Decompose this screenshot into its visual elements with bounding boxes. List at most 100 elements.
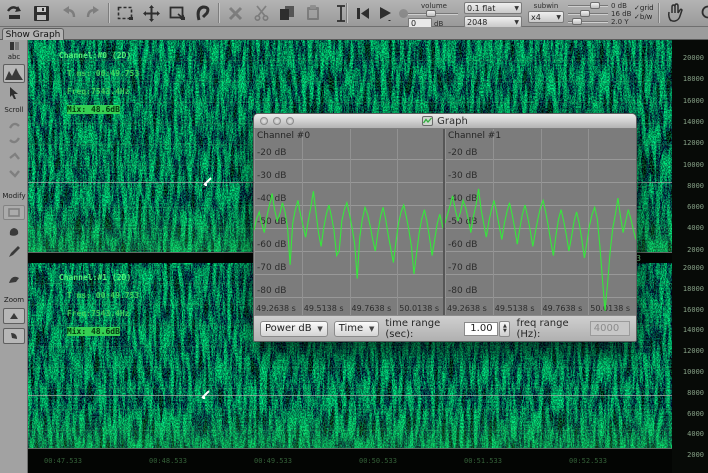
minimize-window-button[interactable]: [273, 117, 281, 125]
undo-icon: [61, 6, 77, 20]
freq-label: 16000: [674, 306, 704, 314]
zoom-rect-icon: [169, 6, 186, 21]
analysis-selects: 0.1 flat▼ 2048▼: [464, 2, 522, 28]
bottom-time-label: 00:50.533: [359, 457, 397, 465]
tool-sidebar: abc Scroll Modify Zoom: [0, 40, 28, 473]
channel0-cursor-marker: [203, 176, 213, 186]
copy-button[interactable]: [276, 3, 298, 23]
save-button[interactable]: [30, 3, 52, 23]
zoom-section-label: Zoom: [0, 296, 28, 304]
pencil-tool-icon[interactable]: [0, 246, 28, 258]
draw-tool-icon[interactable]: [0, 274, 28, 284]
graph-window[interactable]: Graph -20 dB-30 dB-40 dB-50 dB-60 dB-70 …: [253, 113, 637, 342]
domain-select[interactable]: Time▼: [334, 321, 380, 337]
scissors-icon: [254, 5, 269, 21]
close-window-button[interactable]: [260, 117, 268, 125]
zoom-select-button[interactable]: [166, 3, 188, 23]
freq-label: 14000: [674, 118, 704, 126]
tab-strip: Show Graph: [0, 27, 708, 40]
bw-checkbox[interactable]: ✓b/w: [634, 13, 654, 22]
bottom-axis-line: [28, 448, 672, 449]
freq-label: 10000: [674, 368, 704, 376]
app-window: volume 0 dB 0.1 flat▼ 2048▼ subwin x4▼: [0, 0, 708, 473]
tab-show-graph-label: Show Graph: [6, 30, 61, 40]
open-button[interactable]: [4, 3, 26, 23]
chevron-down-icon: ▼: [514, 19, 519, 26]
cut-button[interactable]: [250, 3, 272, 23]
scroll-tool-icon[interactable]: [0, 152, 28, 162]
toolbar-separator: [658, 3, 659, 23]
select-tool-button[interactable]: [114, 3, 136, 23]
delete-x-icon: [228, 6, 243, 21]
time-range-input[interactable]: [464, 322, 498, 336]
channel1-cursor-info: Channel:#1 (2D) T ms: 00:49.753 Freq:754…: [30, 264, 139, 345]
freq-label: 2000: [674, 451, 704, 459]
scroll-tool-icon[interactable]: [0, 168, 28, 178]
time-range-label: time range (sec):: [385, 318, 458, 340]
previous-icon: [356, 7, 370, 20]
range-slider[interactable]: [568, 10, 608, 17]
freq-label: 6000: [674, 203, 704, 211]
delete-button[interactable]: [224, 3, 246, 23]
modify-tool-button[interactable]: [0, 205, 28, 220]
main-toolbar: volume 0 dB 0.1 flat▼ 2048▼ subwin x4▼: [0, 0, 708, 27]
text-tool-label[interactable]: abc: [0, 53, 28, 61]
modify-tool-icon[interactable]: [0, 226, 28, 237]
move-icon: [143, 5, 160, 22]
gain-slider[interactable]: [568, 2, 608, 9]
volume-group: volume 0 dB: [408, 2, 460, 29]
bottom-time-label: 00:48.533: [149, 457, 187, 465]
window-function-select[interactable]: 0.1 flat▼: [464, 2, 522, 14]
subwin-select[interactable]: x4▼: [528, 11, 564, 23]
freq-label: 20000: [674, 54, 704, 62]
graph-window-footer: Power dB▼ Time▼ time range (sec): ▲▼ fre…: [254, 315, 636, 341]
stepper-down-icon: ▼: [503, 329, 507, 334]
spectrogram-view-button[interactable]: [0, 64, 28, 83]
bottom-time-label: 00:51.533: [464, 457, 502, 465]
mountains-icon: [5, 67, 23, 80]
volume-slider[interactable]: [408, 10, 458, 17]
scroll-tool-icon[interactable]: [0, 120, 28, 130]
paste-button[interactable]: [302, 3, 324, 23]
freq-label: 4000: [674, 224, 704, 232]
freq-label: 2000: [674, 246, 704, 254]
freq-label: 16000: [674, 97, 704, 105]
tab-show-graph[interactable]: Show Graph: [2, 28, 64, 40]
scroll-tool-icon[interactable]: [0, 136, 28, 146]
analyze-tool-button[interactable]: [192, 3, 214, 23]
hook-icon: [195, 5, 211, 22]
mini-tool-icon[interactable]: [0, 42, 28, 50]
chevron-down-icon: ▼: [514, 5, 519, 12]
scale-slider[interactable]: [568, 18, 608, 25]
grid-checkbox[interactable]: ✓grid: [634, 4, 654, 13]
magnifier-tool-button[interactable]: [698, 3, 708, 23]
cursor-tool-button[interactable]: [0, 87, 28, 99]
toolbar-separator: [218, 3, 219, 23]
freq-label: 20000: [674, 264, 704, 272]
power-db-select[interactable]: Power dB▼: [260, 321, 328, 337]
save-icon: [33, 5, 50, 22]
text-cursor-button[interactable]: [330, 3, 352, 23]
graph-panel-channel-0: -20 dB-30 dB-40 dB-50 dB-60 dB-70 dB-80 …: [254, 129, 445, 315]
channel-1-line: [445, 129, 636, 315]
play-icon: [379, 6, 392, 21]
modify-section-label: Modify: [0, 192, 28, 200]
move-tool-button[interactable]: [140, 3, 162, 23]
graph-window-titlebar[interactable]: Graph: [254, 114, 636, 129]
freq-label: 4000: [674, 430, 704, 438]
time-range-stepper[interactable]: ▲▼: [499, 321, 510, 337]
bottom-time-label: 00:49.533: [254, 457, 292, 465]
go-to-start-button[interactable]: [352, 3, 374, 23]
zoom-out-button[interactable]: [0, 328, 28, 344]
redo-button[interactable]: [82, 3, 104, 23]
graph-window-icon: [422, 116, 433, 126]
channel-0-line: [254, 129, 445, 315]
toolbar-separator: [108, 3, 109, 23]
undo-button[interactable]: [58, 3, 80, 23]
time-range-spinner: ▲▼: [464, 321, 510, 337]
zoom-window-button[interactable]: [286, 117, 294, 125]
hand-tool-button[interactable]: [664, 3, 686, 23]
zoom-in-button[interactable]: [0, 308, 28, 324]
toolbar-separator: [346, 3, 347, 23]
freq-label: 8000: [674, 182, 704, 190]
